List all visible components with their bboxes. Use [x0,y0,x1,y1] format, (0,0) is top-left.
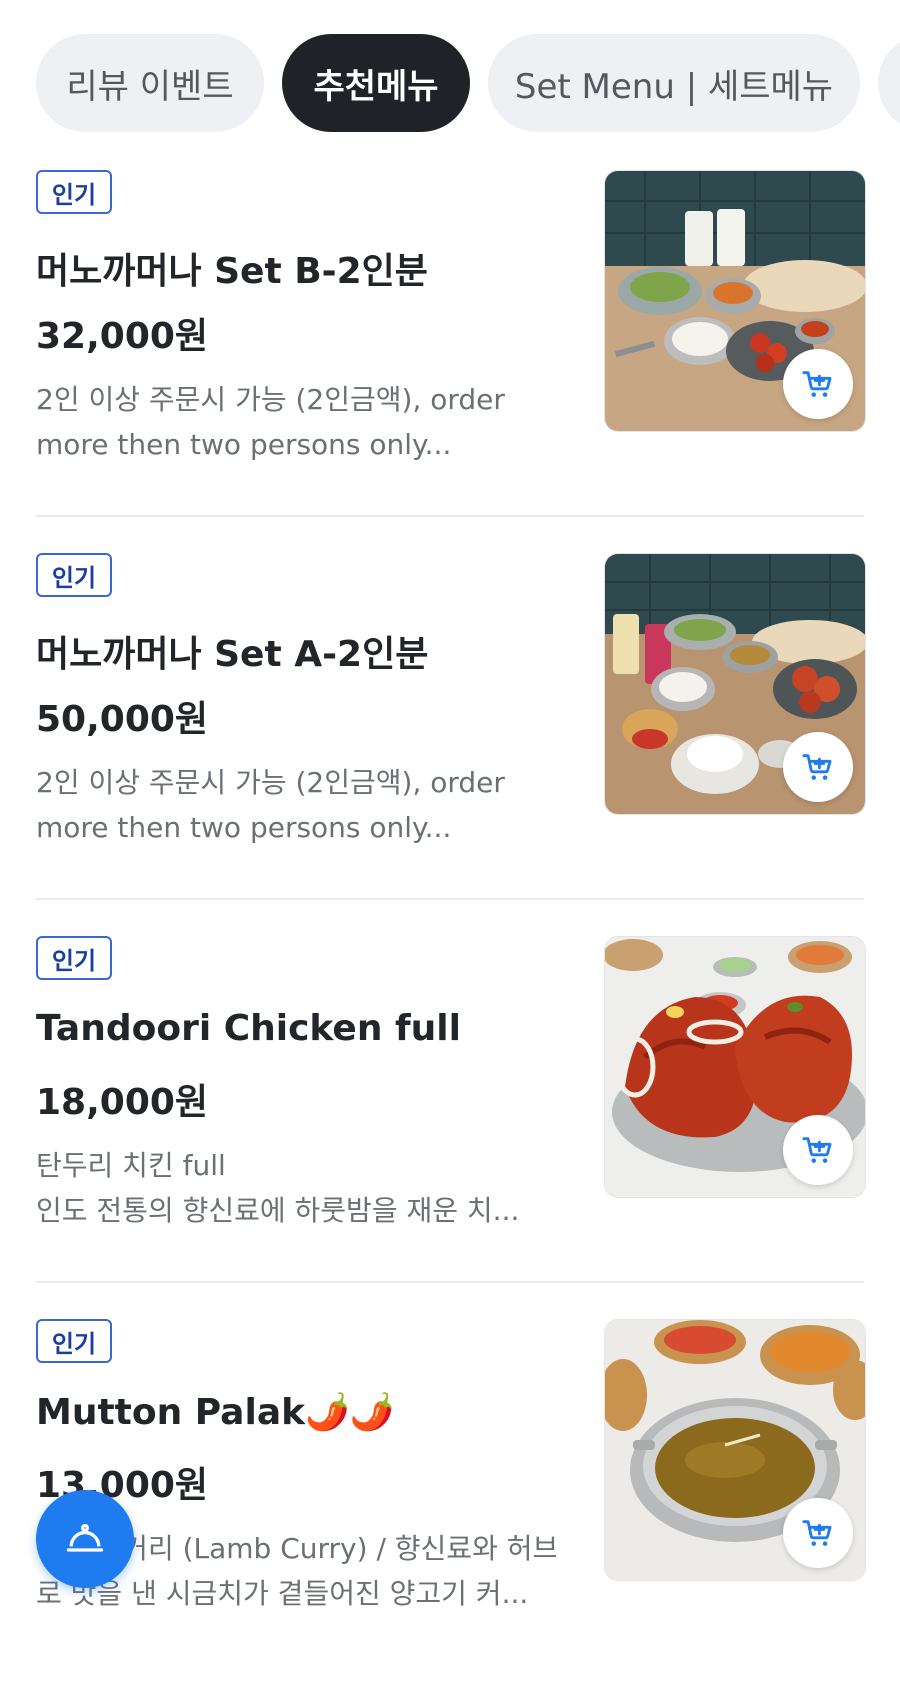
add-to-cart-button[interactable] [783,1115,853,1185]
add-to-cart-button[interactable] [783,732,853,802]
popular-badge: 인기 [36,936,112,980]
tab-set-menu[interactable]: Set Menu | 세트메뉴 [488,34,860,132]
divider [36,515,864,517]
order-fab-button[interactable] [36,1490,134,1588]
menu-item-photo[interactable] [604,553,866,815]
tab-more[interactable] [878,34,900,132]
menu-item[interactable]: 인기 Tandoori Chicken full 18,000원 탄두리 치킨 … [0,936,900,1319]
menu-item-name: Tandoori Chicken full [36,1008,461,1049]
add-to-cart-button[interactable] [783,349,853,419]
tab-review-event[interactable]: 리뷰 이벤트 [36,34,264,132]
menu-item[interactable]: 인기 머노까머나 Set A-2인분 50,000원 2인 이상 주문시 가능 … [0,553,900,936]
divider [36,898,864,900]
popular-badge: 인기 [36,170,112,214]
menu-item-name: 머노까머나 Set A-2인분 [36,634,429,675]
popular-badge: 인기 [36,553,112,597]
menu-item-description: 탄두리 치킨 full 인도 전통의 향신료에 하룻밤을 재운 치... [36,1149,520,1227]
menu-item-name: 머노까머나 Set B-2인분 [36,251,428,292]
category-tabs: 리뷰 이벤트 추천메뉴 Set Menu | 세트메뉴 [0,0,900,150]
menu-item-name: Mutton Palak🌶️🌶️ [36,1392,395,1433]
add-to-cart-icon [802,754,832,780]
menu-item-photo[interactable] [604,936,866,1198]
tab-recommended-menu[interactable]: 추천메뉴 [282,34,470,132]
cloche-icon [66,1523,104,1552]
popular-badge: 인기 [36,1319,112,1363]
add-to-cart-icon [802,1137,832,1163]
menu-item-price: 32,000원 [36,316,209,357]
add-to-cart-button[interactable] [783,1498,853,1568]
menu-item[interactable]: 인기 머노까머나 Set B-2인분 32,000원 2인 이상 주문시 가능 … [0,170,900,553]
add-to-cart-icon [802,371,832,397]
add-to-cart-icon [802,1520,832,1546]
menu-item-photo[interactable] [604,170,866,432]
divider [36,1281,864,1283]
menu-item-photo[interactable] [604,1319,866,1581]
menu-item-price: 18,000원 [36,1082,209,1123]
menu-item[interactable]: 인기 Mutton Palak🌶️🌶️ 13,000원 양고기 커리 (Lamb… [0,1319,900,1702]
menu-item-description: 2인 이상 주문시 가능 (2인금액), order more then two… [36,766,505,844]
menu-item-price: 50,000원 [36,699,209,740]
menu-item-description: 2인 이상 주문시 가능 (2인금액), order more then two… [36,383,505,461]
